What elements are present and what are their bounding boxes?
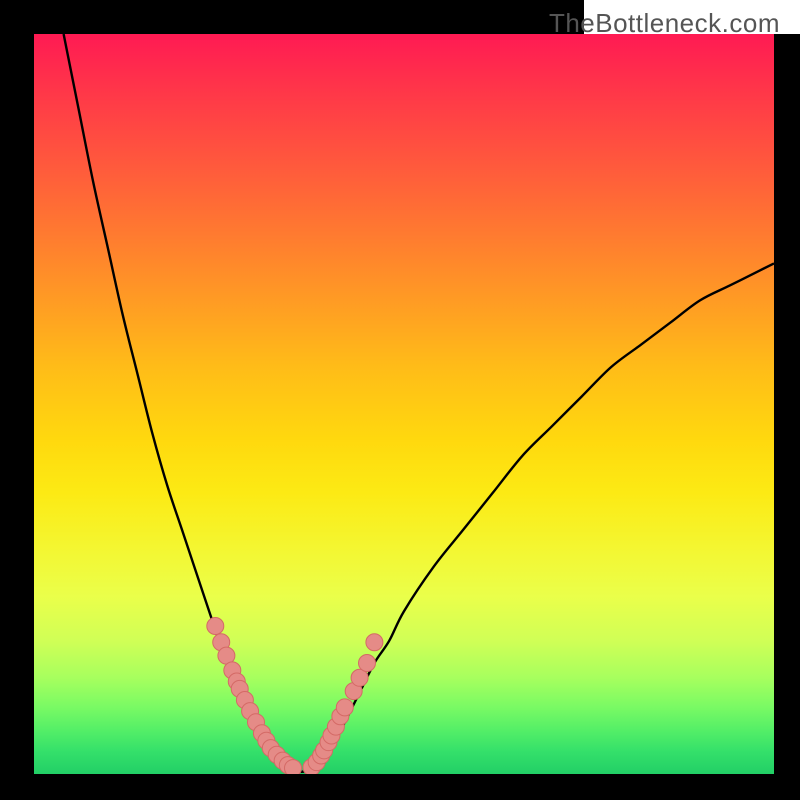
watermark-text: TheBottleneck.com [549,8,780,39]
chart-outer-frame: TheBottleneck.com [0,0,800,800]
plot-area [34,34,774,774]
dot-cluster-right [303,634,383,774]
curve-left-branch [64,34,279,767]
data-dot [207,618,224,635]
data-dot [336,699,353,716]
data-dot [285,760,302,774]
dot-cluster-left [207,618,302,775]
chart-svg [34,34,774,774]
data-dot [366,634,383,651]
data-dot [359,655,376,672]
curve-right-branch [323,263,774,766]
